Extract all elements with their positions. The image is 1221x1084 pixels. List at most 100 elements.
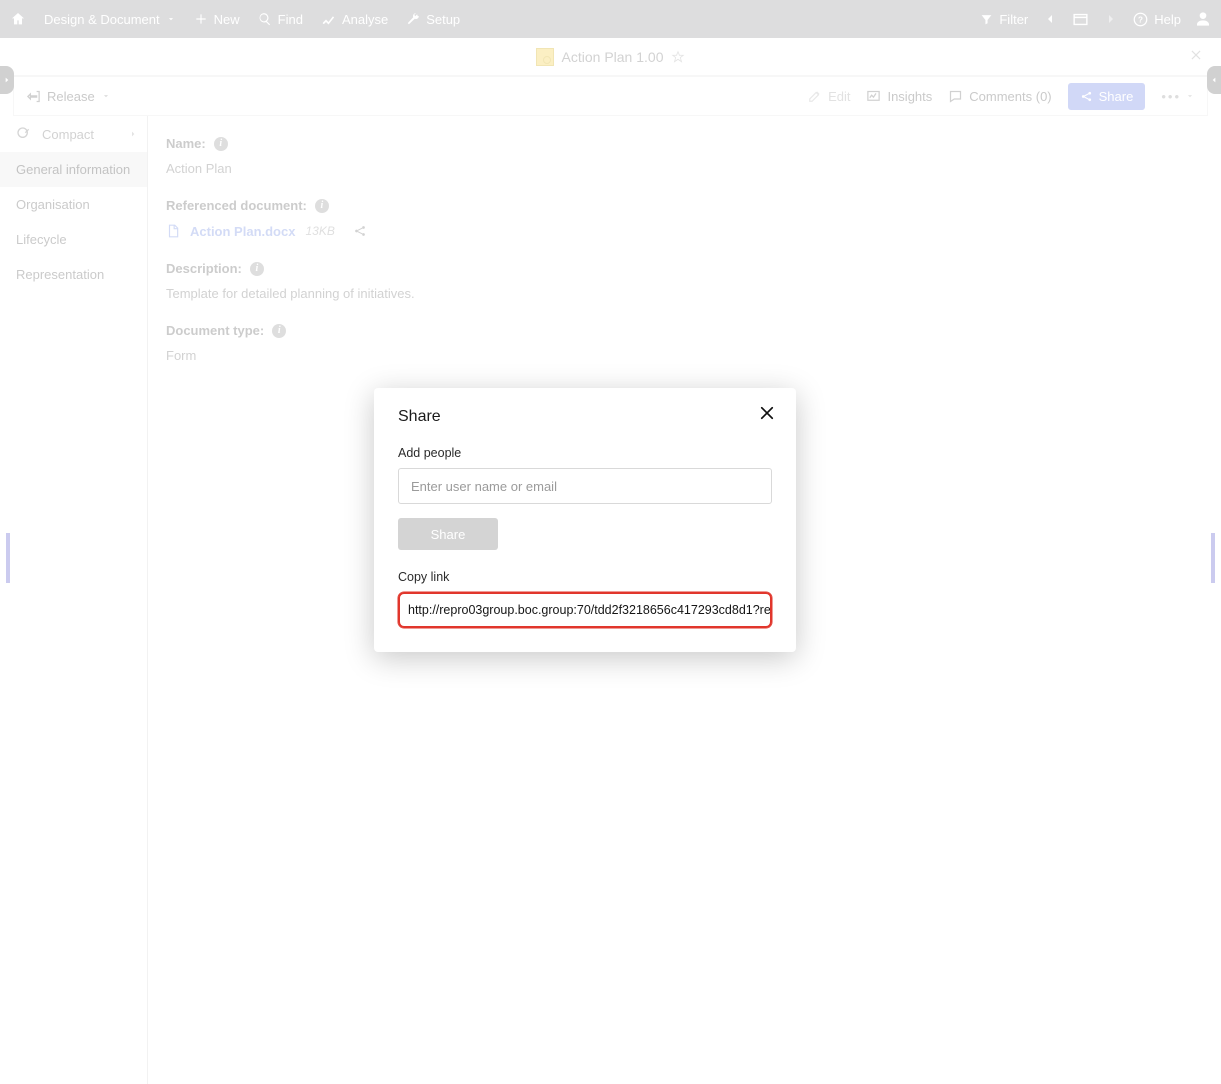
setup-button[interactable]: Setup: [406, 12, 460, 27]
sidenav-item-organisation[interactable]: Organisation: [0, 187, 147, 222]
name-value: Action Plan: [166, 161, 1201, 176]
edit-button[interactable]: Edit: [808, 89, 850, 104]
filter-icon: [980, 13, 993, 26]
new-label: New: [214, 12, 240, 27]
new-button[interactable]: New: [194, 12, 240, 27]
release-button[interactable]: Release: [26, 89, 111, 104]
filter-label: Filter: [999, 12, 1028, 27]
description-label: Description:: [166, 261, 242, 276]
help-button[interactable]: ? Help: [1133, 12, 1181, 27]
chart-icon: [321, 12, 336, 27]
right-drawer-toggle[interactable]: [1207, 66, 1221, 94]
copy-link-field[interactable]: http://repro03group.boc.group:70/tdd2f32…: [398, 592, 772, 628]
share-button[interactable]: Share: [1068, 83, 1146, 110]
comment-icon: [948, 89, 963, 104]
info-icon[interactable]: i: [250, 262, 264, 276]
copy-link-value: http://repro03group.boc.group:70/tdd2f32…: [408, 603, 772, 617]
help-icon: ?: [1133, 12, 1148, 27]
user-menu[interactable]: [1195, 11, 1211, 27]
doctype-label: Document type:: [166, 323, 264, 338]
sidenav-item-label: General information: [16, 162, 130, 177]
search-icon: [258, 12, 272, 26]
find-label: Find: [278, 12, 303, 27]
share-file-icon[interactable]: [353, 224, 367, 238]
analyse-button[interactable]: Analyse: [321, 12, 388, 27]
share-label: Share: [1099, 89, 1134, 104]
plus-icon: [194, 12, 208, 26]
sidenav-item-label: Representation: [16, 267, 104, 282]
analyse-label: Analyse: [342, 12, 388, 27]
sidenav-item-lifecycle[interactable]: Lifecycle: [0, 222, 147, 257]
window-button[interactable]: [1072, 11, 1089, 28]
svg-text:?: ?: [1138, 15, 1143, 24]
field-name: Name: i Action Plan: [166, 136, 1201, 176]
add-people-label: Add people: [398, 446, 772, 460]
info-icon[interactable]: i: [315, 199, 329, 213]
nav-prev-button[interactable]: [1042, 11, 1058, 27]
chevron-down-icon: [101, 91, 111, 101]
field-referenced-document: Referenced document: i Action Plan.docx …: [166, 198, 1201, 239]
field-document-type: Document type: i Form: [166, 323, 1201, 363]
right-rail-accent: [1211, 533, 1215, 583]
close-document-button[interactable]: [1189, 48, 1203, 65]
sidenav-item-label: Lifecycle: [16, 232, 67, 247]
release-label: Release: [47, 89, 95, 104]
comments-label: Comments (0): [969, 89, 1051, 104]
sidenav-item-general-information[interactable]: General information: [0, 152, 147, 187]
home-icon[interactable]: [10, 11, 26, 27]
more-icon: •••: [1161, 89, 1181, 104]
top-navbar: Design & Document New Find Analyse Setup…: [0, 0, 1221, 38]
modal-close-button[interactable]: [758, 404, 776, 425]
insights-button[interactable]: Insights: [866, 89, 932, 104]
add-people-input[interactable]: [398, 468, 772, 504]
share-modal: Share Add people Share Copy link http://…: [374, 388, 796, 652]
left-drawer-toggle[interactable]: [0, 66, 14, 94]
doctype-value: Form: [166, 348, 1201, 363]
sidenav-item-label: Organisation: [16, 197, 90, 212]
document-title: Action Plan 1.00: [562, 49, 664, 65]
help-label: Help: [1154, 12, 1181, 27]
field-description: Description: i Template for detailed pla…: [166, 261, 1201, 301]
refdoc-file-size: 13KB: [305, 224, 334, 238]
sidenav-mode-label: Compact: [42, 127, 94, 142]
target-icon: [16, 126, 32, 142]
comments-button[interactable]: Comments (0): [948, 89, 1051, 104]
chevron-left-icon: [1042, 11, 1058, 27]
info-icon[interactable]: i: [272, 324, 286, 338]
chevron-down-icon: [1185, 91, 1195, 101]
release-icon: [26, 89, 41, 104]
refdoc-file-link[interactable]: Action Plan.docx: [190, 224, 295, 239]
filter-button[interactable]: Filter: [980, 12, 1028, 27]
sidenav-mode-row[interactable]: Compact: [0, 116, 147, 152]
info-icon[interactable]: i: [214, 137, 228, 151]
modal-title: Share: [398, 408, 772, 426]
share-icon: [1080, 90, 1093, 103]
chevron-down-icon: [166, 14, 176, 24]
sidenav-item-representation[interactable]: Representation: [0, 257, 147, 292]
file-icon: [166, 223, 180, 239]
document-toolbar: Release Edit Insights Comments (0) Share…: [13, 76, 1208, 116]
design-document-label: Design & Document: [44, 12, 160, 27]
side-nav: Compact General information Organisation…: [0, 116, 148, 1084]
user-icon: [1195, 11, 1211, 27]
more-options-button[interactable]: •••: [1161, 89, 1195, 104]
refdoc-label: Referenced document:: [166, 198, 307, 213]
description-value: Template for detailed planning of initia…: [166, 286, 1201, 301]
edit-label: Edit: [828, 89, 850, 104]
star-outline-icon[interactable]: [671, 50, 685, 64]
setup-label: Setup: [426, 12, 460, 27]
copy-link-label: Copy link: [398, 570, 772, 584]
left-rail-accent: [6, 533, 10, 583]
document-thumb-icon: [536, 48, 554, 66]
design-document-menu[interactable]: Design & Document: [44, 12, 176, 27]
insights-label: Insights: [887, 89, 932, 104]
find-button[interactable]: Find: [258, 12, 303, 27]
chevron-right-icon: [129, 128, 137, 140]
document-titlebar: Action Plan 1.00: [0, 38, 1221, 76]
nav-next-button[interactable]: [1103, 11, 1119, 27]
modal-share-button-label: Share: [431, 527, 466, 542]
edit-icon: [808, 89, 822, 103]
modal-share-button: Share: [398, 518, 498, 550]
name-label: Name:: [166, 136, 206, 151]
wrench-icon: [406, 12, 420, 26]
